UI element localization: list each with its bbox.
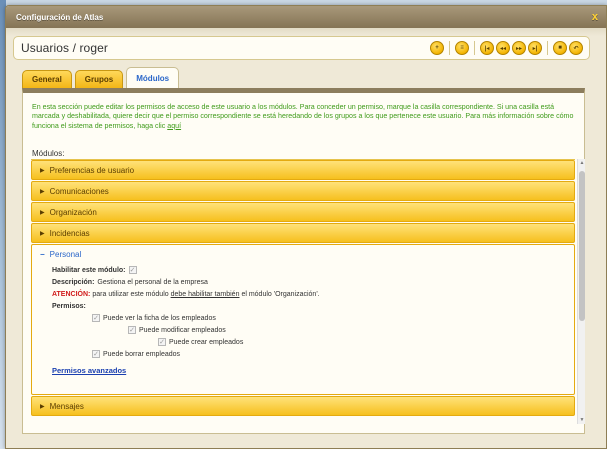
modules-list: ▶ Preferencias de usuario ▶ Comunicacion… <box>31 159 575 424</box>
module-label: Organización <box>49 207 97 217</box>
permission-item: ✓ Puede ver la ficha de los empleados <box>52 312 574 324</box>
warning-emphasis: debe habilitar también <box>170 290 240 298</box>
description-label: Descripción: <box>52 278 95 286</box>
intro-text: En esta sección puede editar los permiso… <box>32 103 580 131</box>
module-body: Habilitar este módulo: ✓ Descripción: Ge… <box>32 264 574 375</box>
scrollbar-thumb[interactable] <box>579 171 585 321</box>
expand-arrow-icon: ▶ <box>40 188 45 195</box>
page-title: Usuarios / roger <box>21 41 108 55</box>
warning-label: ATENCIÓN: <box>52 290 91 298</box>
module-label: Mensajes <box>49 401 84 411</box>
permissions-label: Permisos: <box>52 302 86 310</box>
permission-label: Puede borrar empleados <box>103 350 181 358</box>
description-text: Gestiona el personal de la empresa <box>97 278 208 286</box>
expand-arrow-icon: ▶ <box>40 167 45 174</box>
module-header-mensajes[interactable]: ▶ Mensajes <box>31 396 575 416</box>
scroll-up-icon[interactable]: ▲ <box>578 159 586 167</box>
permission-checkbox[interactable]: ✓ <box>92 314 100 322</box>
record-header: Usuarios / roger + ≡ |◂ ◂◂ ▸▸ ▸| ■ ↶ <box>13 36 590 60</box>
module-header-preferencias[interactable]: ▶ Preferencias de usuario <box>31 160 575 180</box>
description-row: Descripción: Gestiona el personal de la … <box>52 276 574 288</box>
window-titlebar[interactable]: Configuración de Atlas x <box>6 6 606 28</box>
tab-bar: General Grupos Módulos <box>22 67 182 89</box>
module-label: Incidencias <box>49 228 90 238</box>
modules-label: Módulos: <box>32 149 65 158</box>
permission-label: Puede ver la ficha de los empleados <box>103 314 216 322</box>
permission-checkbox[interactable]: ✓ <box>92 350 100 358</box>
titlebar-shadow <box>6 28 606 36</box>
permission-item: ✓ Puede crear empleados <box>52 336 574 348</box>
permission-checkbox[interactable]: ✓ <box>158 338 166 346</box>
module-header-incidencias[interactable]: ▶ Incidencias <box>31 223 575 243</box>
module-label: Preferencias de usuario <box>49 165 135 175</box>
undo-icon[interactable]: ↶ <box>569 41 583 55</box>
help-link[interactable]: aquí <box>167 122 181 130</box>
add-icon[interactable]: + <box>430 41 444 55</box>
enable-label: Habilitar este módulo: <box>52 266 126 274</box>
tab-panel: En esta sección puede editar los permiso… <box>22 88 585 434</box>
save-icon[interactable]: ■ <box>553 41 567 55</box>
module-header-personal[interactable]: − Personal <box>32 245 574 264</box>
permission-item: ✓ Puede borrar empleados <box>52 348 574 360</box>
warning-text-post: el módulo 'Organización'. <box>241 290 320 298</box>
tab-general[interactable]: General <box>22 70 72 89</box>
module-panel-personal: − Personal Habilitar este módulo: ✓ Desc… <box>31 244 575 395</box>
permissions-row: Permisos: <box>52 300 574 312</box>
modules-scrollbar[interactable]: ▲ ▼ <box>577 159 585 424</box>
expand-arrow-icon: ▶ <box>40 403 45 410</box>
next-icon[interactable]: ▸▸ <box>512 41 526 55</box>
tab-grupos[interactable]: Grupos <box>74 70 124 89</box>
module-header-organizacion[interactable]: ▶ Organización <box>31 202 575 222</box>
list-icon[interactable]: ≡ <box>455 41 469 55</box>
module-label: Comunicaciones <box>49 186 109 196</box>
record-toolbar: + ≡ |◂ ◂◂ ▸▸ ▸| ■ ↶ <box>428 41 583 55</box>
scroll-down-icon[interactable]: ▼ <box>578 416 586 424</box>
warning-text-pre: para utilizar este módulo <box>92 290 169 298</box>
intro-paragraph: En esta sección puede editar los permiso… <box>32 103 574 130</box>
enable-module-checkbox[interactable]: ✓ <box>128 266 137 274</box>
permission-label: Puede modificar empleados <box>139 326 226 334</box>
tab-modulos[interactable]: Módulos <box>126 67 180 89</box>
warning-row: ATENCIÓN: para utilizar este módulo debe… <box>52 288 574 300</box>
collapse-icon: − <box>40 250 45 259</box>
first-icon[interactable]: |◂ <box>480 41 494 55</box>
last-icon[interactable]: ▸| <box>528 41 542 55</box>
permission-item: ✓ Puede modificar empleados <box>52 324 574 336</box>
module-header-comunicaciones[interactable]: ▶ Comunicaciones <box>31 181 575 201</box>
toolbar-divider <box>449 41 450 55</box>
expand-arrow-icon: ▶ <box>40 230 45 237</box>
advanced-permissions-link[interactable]: Permisos avanzados <box>52 366 126 375</box>
close-icon[interactable]: x <box>592 11 598 23</box>
toolbar-divider <box>547 41 548 55</box>
prev-icon[interactable]: ◂◂ <box>496 41 510 55</box>
enable-row: Habilitar este módulo: ✓ <box>52 264 574 276</box>
module-label: Personal <box>49 250 82 259</box>
expand-arrow-icon: ▶ <box>40 209 45 216</box>
permission-checkbox[interactable]: ✓ <box>128 326 136 334</box>
permission-label: Puede crear empleados <box>169 338 244 346</box>
window-title: Configuración de Atlas <box>16 12 104 22</box>
toolbar-divider <box>474 41 475 55</box>
